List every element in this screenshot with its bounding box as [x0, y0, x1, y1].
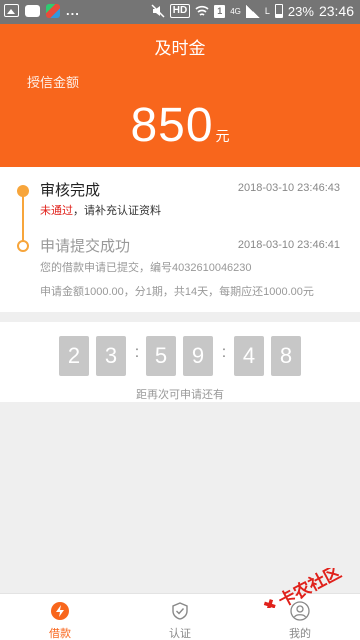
sim-slot-badge: 1 — [214, 4, 226, 18]
shield-check-icon — [172, 602, 188, 620]
countdown-separator: : — [134, 344, 140, 361]
application-timeline: 审核完成 2018-03-10 23:46:43 未通过，请补充认证资料 申请提… — [0, 167, 360, 312]
clock: 23:46 — [318, 3, 354, 19]
review-complete-date: 2018-03-10 23:46:43 — [237, 182, 340, 194]
credit-amount-unit: 元 — [215, 128, 230, 144]
mute-icon — [151, 4, 165, 18]
countdown-separator: : — [221, 344, 227, 361]
countdown-hint: 距再次可申请还有 — [136, 389, 224, 401]
wifi-icon — [195, 5, 209, 16]
countdown-digit: 8 — [271, 336, 301, 376]
status-bar: ... HD 1 4G L 23% 23:46 — [0, 0, 360, 24]
watermark-text: 卡农社区 — [275, 568, 344, 608]
gallery-notification-icon — [4, 4, 19, 17]
credit-header: 及时金 授信金额 850 元 — [0, 24, 360, 167]
forum-watermark-logo: 卡农社区 — [263, 568, 344, 608]
timeline-dot-hollow — [17, 240, 29, 252]
timeline-connector — [22, 191, 24, 243]
more-notifications-indicator: ... — [66, 3, 80, 18]
review-result-text: 未通过，请补充认证资料 — [40, 202, 161, 218]
countdown-digit: 2 — [59, 336, 89, 376]
tab-mine-label: 我的 — [289, 628, 311, 640]
countdown-digit: 9 — [183, 336, 213, 376]
tab-verify-label: 认证 — [169, 628, 191, 640]
review-result-hint: ，请补充认证资料 — [73, 205, 161, 217]
application-number-text: 您的借款申请已提交，编号4032610046230 — [40, 262, 252, 274]
lightning-icon — [51, 602, 69, 620]
countdown-digit: 4 — [234, 336, 264, 376]
application-submitted-title: 申请提交成功 — [40, 238, 131, 255]
application-terms-text: 申请金额1000.00，分1期，共14天，每期应还1000.00元 — [40, 286, 314, 298]
reapply-countdown: 2 3 : 5 9 : 4 8 距再次可申请还有 — [0, 322, 360, 402]
countdown-digit: 5 — [146, 336, 176, 376]
credit-amount-value: 850 — [130, 99, 214, 152]
credit-amount-label: 授信金额 — [27, 75, 80, 90]
chat-notification-icon — [25, 4, 40, 17]
network-type-label: 4G — [230, 6, 241, 16]
review-complete-title: 审核完成 — [40, 182, 101, 199]
credit-amount-display: 850 元 — [0, 98, 360, 153]
tab-borrow-label: 借款 — [49, 628, 71, 640]
tab-verify[interactable]: 认证 — [120, 594, 240, 640]
battery-icon — [274, 4, 283, 18]
countdown-digit: 3 — [96, 336, 126, 376]
carrier-label: L — [264, 6, 270, 16]
app-notification-icon — [46, 3, 60, 18]
signal-icon — [245, 4, 260, 18]
timeline-dot-filled — [17, 185, 29, 197]
battery-percent: 23% — [287, 3, 314, 19]
application-submitted-date: 2018-03-10 23:46:41 — [237, 239, 340, 251]
hd-voice-badge: HD — [169, 4, 191, 18]
page-title: 及时金 — [154, 39, 206, 58]
tab-borrow[interactable]: 借款 — [0, 594, 120, 640]
review-status-rejected: 未通过 — [40, 205, 73, 217]
